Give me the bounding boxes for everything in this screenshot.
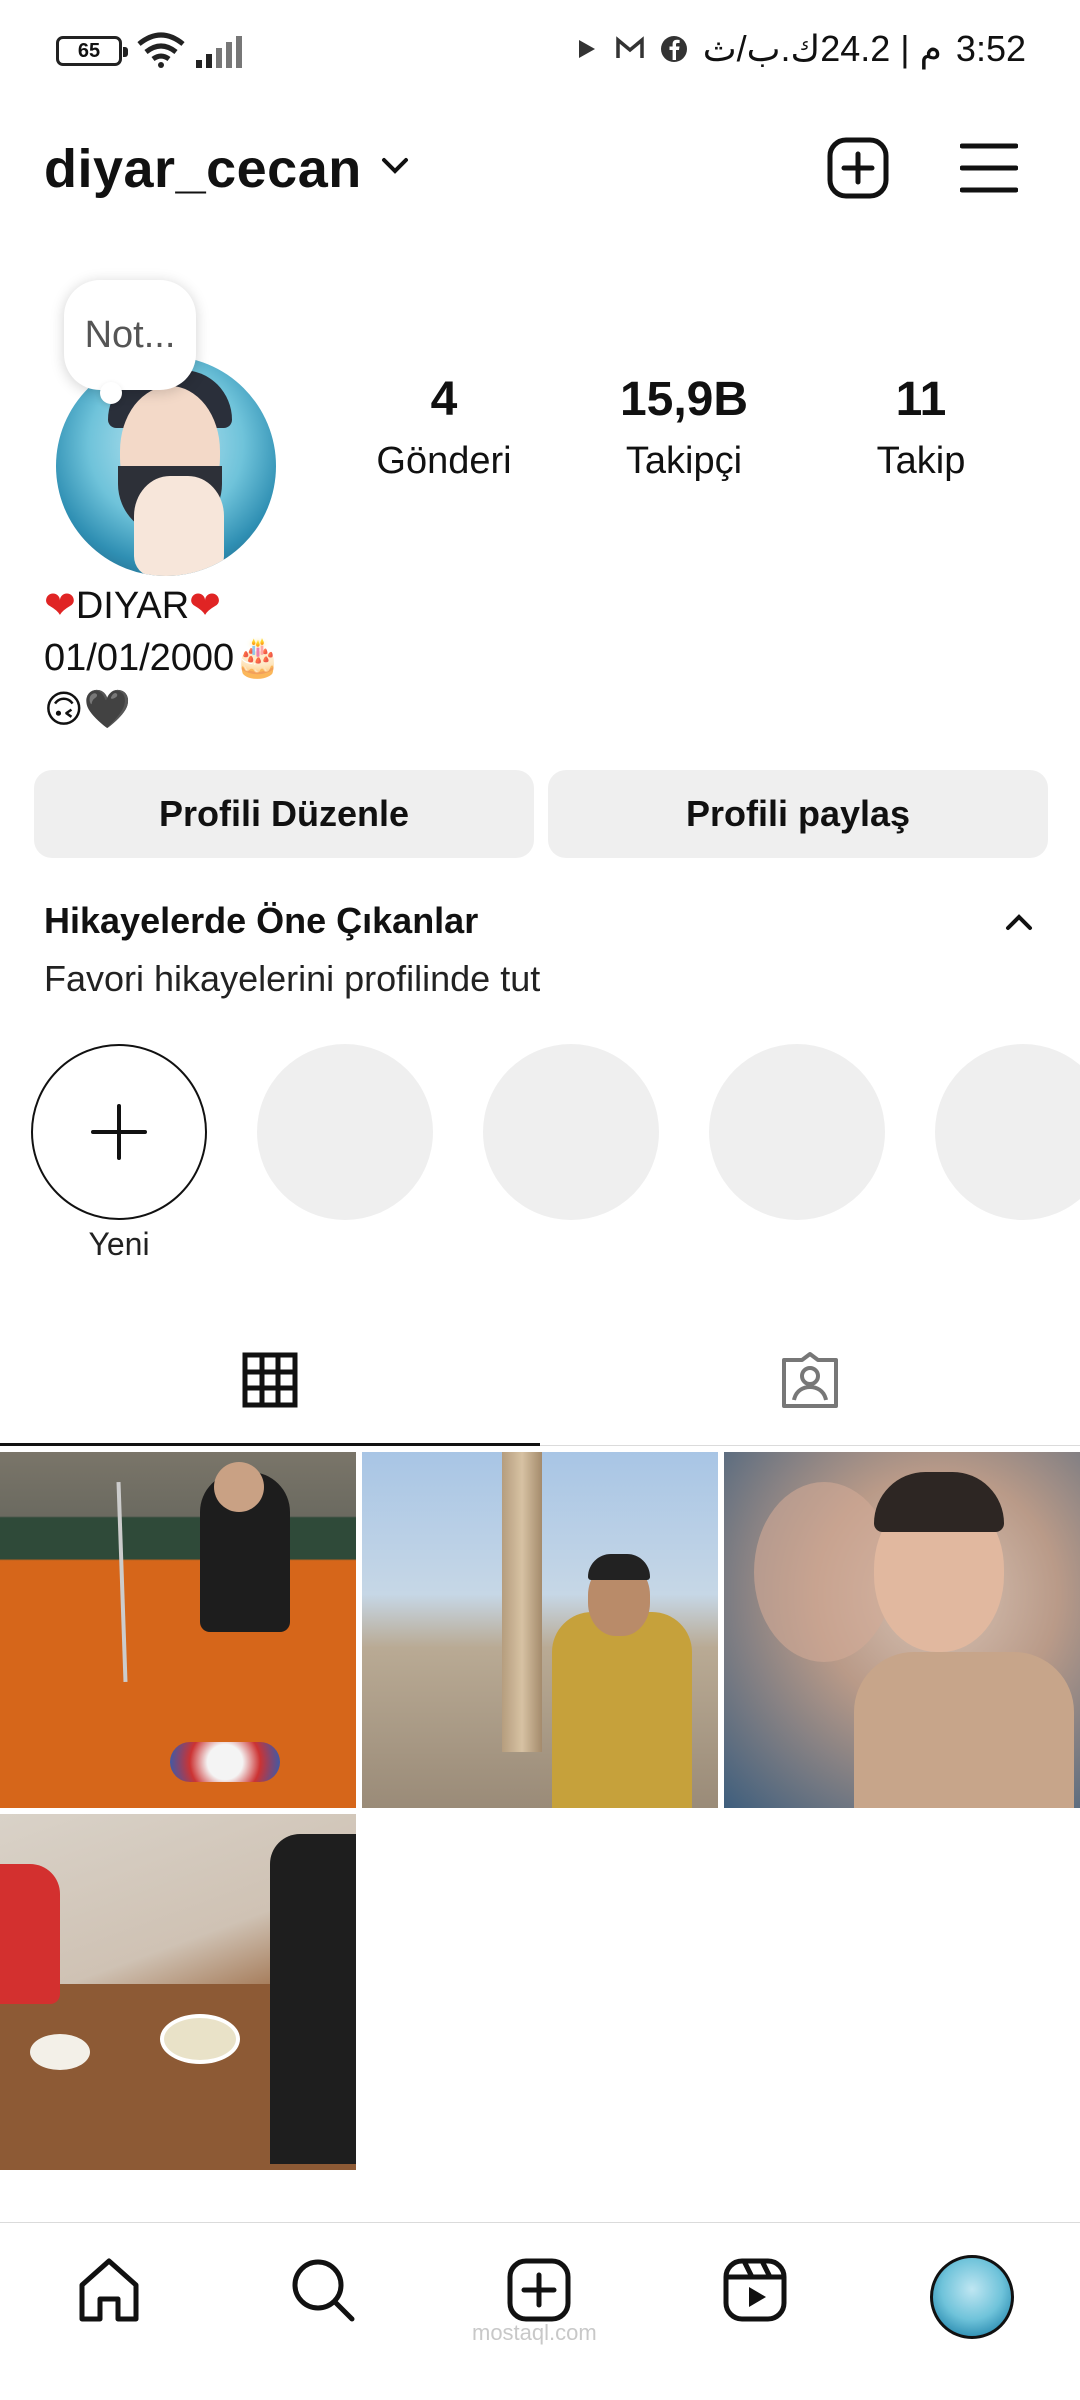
- highlight-placeholder: [257, 1044, 433, 1220]
- reels-icon[interactable]: [720, 2255, 790, 2325]
- posts-count[interactable]: 4 Gönderi: [364, 372, 524, 483]
- highlight-placeholder: [709, 1044, 885, 1220]
- profile-header: diyar_cecan: [0, 130, 1080, 210]
- followers-count-value: 15,9B: [619, 373, 749, 426]
- bottom-nav: [0, 2222, 1080, 2400]
- wifi-icon: [137, 32, 185, 68]
- post-thumbnail[interactable]: [724, 1452, 1080, 1808]
- profile-avatar-nav[interactable]: [930, 2255, 1014, 2339]
- facebook-icon: [660, 36, 687, 62]
- watermark: mostaql.com: [472, 2320, 597, 2345]
- following-count-label: Takip: [876, 440, 966, 482]
- new-highlight-label: Yeni: [88, 1226, 150, 1262]
- grid-icon: [242, 1352, 298, 1408]
- chevron-down-icon[interactable]: [378, 154, 412, 178]
- username[interactable]: diyar_cecan: [44, 138, 362, 200]
- bio: ❤DIYAR❤ 01/01/2000🎂 🙃🖤: [44, 580, 282, 736]
- bio-name: DIYAR: [75, 585, 190, 627]
- cake-icon: 🎂: [234, 637, 282, 679]
- heart-icon: ❤: [189, 585, 222, 627]
- tagged-person-icon: [782, 1352, 838, 1408]
- gmail-icon: [615, 36, 644, 58]
- bio-date-line: 01/01/2000🎂: [44, 632, 282, 684]
- followers-count[interactable]: 15,9B Takipçi: [594, 372, 774, 483]
- highlights-title: Hikayelerde Öne Çıkanlar: [44, 900, 479, 941]
- status-bar: 65 م | 24.2ك.ب/ث 3:52: [0, 0, 1080, 100]
- following-count[interactable]: 11 Takip: [846, 372, 996, 483]
- home-icon[interactable]: [74, 2255, 144, 2325]
- profile-tabs: [0, 1330, 1080, 1446]
- posts-count-value: 4: [430, 373, 458, 426]
- add-post-icon[interactable]: [826, 136, 890, 200]
- post-thumbnail[interactable]: [0, 1452, 356, 1808]
- chevron-up-icon[interactable]: [1004, 912, 1034, 932]
- status-right: م | 24.2ك.ب/ث 3:52: [571, 28, 1026, 70]
- tab-posts-grid[interactable]: [0, 1330, 540, 1446]
- plus-icon: [91, 1104, 147, 1160]
- note-bubble[interactable]: Not...: [64, 280, 196, 404]
- bio-date: 01/01/2000: [44, 637, 235, 679]
- play-icon: [578, 40, 595, 58]
- highlight-placeholder: [935, 1044, 1080, 1220]
- clock: 3:52: [955, 28, 1026, 69]
- create-icon[interactable]: [504, 2255, 574, 2325]
- network-speed: م | 24.2ك.ب/ث: [702, 28, 942, 69]
- heart-icon: ❤: [44, 585, 76, 627]
- battery-icon: 65: [56, 36, 128, 66]
- new-highlight-button[interactable]: [31, 1044, 207, 1220]
- bio-name-line: ❤DIYAR❤: [44, 580, 282, 632]
- post-thumbnail[interactable]: [362, 1452, 718, 1808]
- signal-icon: [196, 36, 242, 68]
- share-profile-button[interactable]: Profili paylaş: [548, 770, 1048, 858]
- menu-icon[interactable]: [960, 142, 1018, 194]
- search-icon[interactable]: [288, 2255, 358, 2325]
- posts-count-label: Gönderi: [376, 440, 512, 482]
- tab-tagged[interactable]: [540, 1330, 1080, 1446]
- post-thumbnail[interactable]: [0, 1814, 356, 2170]
- following-count-value: 11: [895, 373, 947, 426]
- highlight-placeholder: [483, 1044, 659, 1220]
- highlights-subtitle: Favori hikayelerini profilinde tut: [44, 958, 541, 999]
- followers-count-label: Takipçi: [625, 440, 743, 482]
- edit-profile-button[interactable]: Profili Düzenle: [34, 770, 534, 858]
- bio-emoji-line: 🙃🖤: [44, 689, 131, 731]
